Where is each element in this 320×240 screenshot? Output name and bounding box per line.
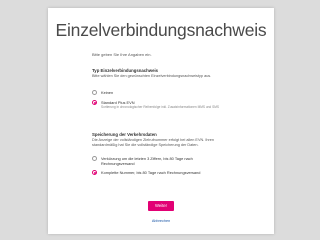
radio-verkuerzung[interactable] xyxy=(92,156,98,162)
radio-standard-plus-evn[interactable] xyxy=(92,100,98,106)
option-komplette-nummer[interactable]: Komplette Nummer, bis 80 Tage nach Rechn… xyxy=(92,170,242,179)
option-keinen-label: Keinen xyxy=(101,90,114,95)
storage-section-description: Die Anzeige der vollständigen Zielrufnum… xyxy=(92,138,214,148)
page-title: Einzelverbindungsnachweis xyxy=(55,20,267,40)
weiter-button[interactable]: Weiter xyxy=(148,201,174,211)
option-verkuerzung[interactable]: Verkürzung um die letzten 3 Ziffern, bis… xyxy=(92,156,242,166)
option-standard-plus-evn[interactable]: Standard Plus EVN Sortierung in chronolo… xyxy=(92,100,242,109)
option-keinen[interactable]: Keinen xyxy=(92,90,242,99)
radio-komplette-nummer[interactable] xyxy=(92,170,98,176)
option-komplette-nummer-label: Komplette Nummer, bis 80 Tage nach Rechn… xyxy=(101,170,201,175)
type-section-title: Typ Einzelverbindungsnachweis xyxy=(92,68,159,73)
radio-keinen[interactable] xyxy=(92,90,98,96)
abbrechen-link[interactable]: Abbrechen xyxy=(48,219,274,223)
intro-text: Bitte geben Sie Ihre Angaben ein. xyxy=(92,52,152,57)
evn-dialog: Einzelverbindungsnachweis Bitte geben Si… xyxy=(48,8,274,234)
type-section-description: Bitte wählen Sie den gewünschten Einzelv… xyxy=(92,74,212,78)
option-verkuerzung-label: Verkürzung um die letzten 3 Ziffern, bis… xyxy=(101,156,193,166)
storage-section-title: Speicherung der Verkehrsdaten xyxy=(92,132,157,137)
option-standard-plus-evn-sub: Sortierung in chronologischer Reihenfolg… xyxy=(101,105,219,110)
